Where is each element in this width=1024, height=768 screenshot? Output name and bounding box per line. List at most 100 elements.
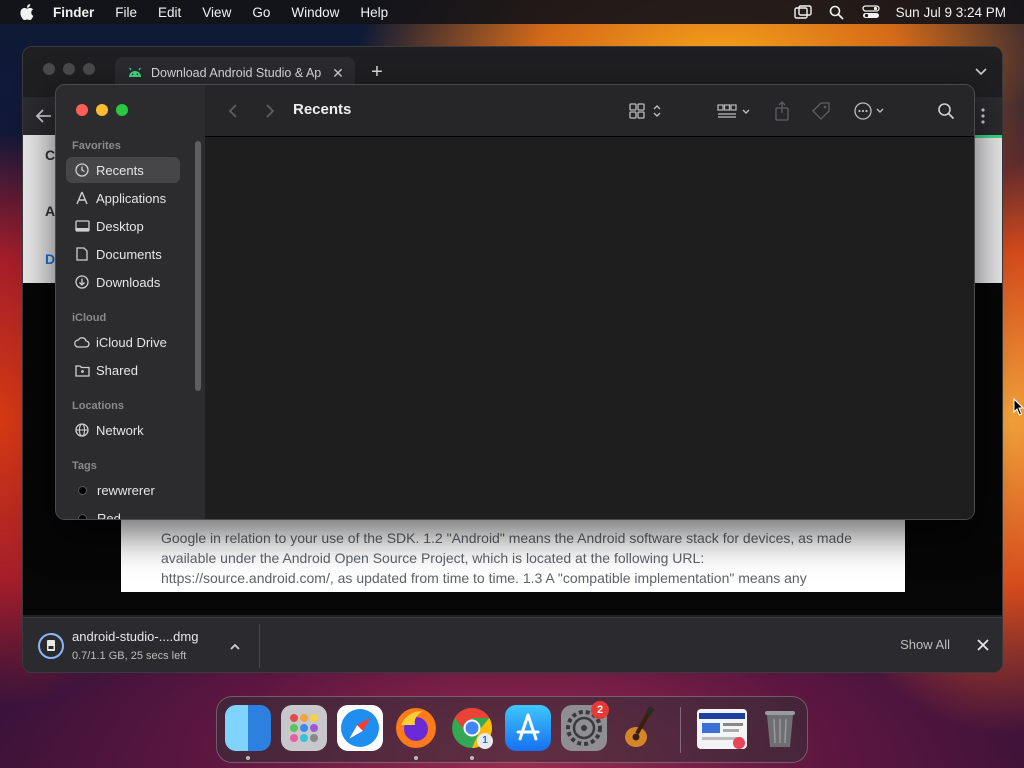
browser-minimize-button[interactable] [63, 63, 75, 75]
progress-accent [972, 135, 1002, 138]
finder-window-controls [76, 104, 128, 116]
sidebar-item-label: rewwrerer [97, 482, 155, 498]
sidebar-item-label: Applications [96, 190, 167, 206]
applications-icon [74, 190, 90, 206]
apple-menu-icon[interactable] [19, 4, 35, 20]
dock-launchpad-icon[interactable] [281, 705, 327, 751]
dock-downloads-stack-icon[interactable] [697, 709, 747, 749]
dock-safari-icon[interactable] [337, 705, 383, 751]
menu-window[interactable]: Window [291, 5, 339, 20]
tab-search-chevron-icon[interactable] [974, 65, 988, 79]
dock-garageband-icon[interactable] [617, 705, 663, 751]
dock-divider [680, 707, 681, 753]
running-indicator [414, 756, 418, 760]
dock: 1 2 [216, 696, 808, 763]
finder-sidebar: Favorites Recents Applications Desktop D… [56, 85, 205, 519]
sidebar-item-documents[interactable]: Documents [66, 241, 180, 267]
sidebar-item-label: Red [97, 510, 121, 520]
new-tab-button[interactable]: + [367, 62, 387, 82]
menu-file[interactable]: File [115, 5, 137, 20]
sidebar-item-network[interactable]: Network [66, 417, 180, 443]
dock-firefox-icon[interactable] [393, 705, 439, 751]
page-text-fragment: A [45, 203, 56, 219]
forward-chevron-icon[interactable] [260, 102, 278, 120]
sidebar-item-recents[interactable]: Recents [66, 157, 180, 183]
menubar-clock[interactable]: Sun Jul 9 3:24 PM [896, 5, 1006, 20]
desktop-icon [74, 218, 90, 234]
dock-trash-icon[interactable] [757, 705, 803, 751]
sidebar-item-desktop[interactable]: Desktop [66, 213, 180, 239]
sidebar-item-tag-rewwrerer[interactable]: rewwrerer [66, 477, 180, 503]
show-all-downloads-link[interactable]: Show All [900, 637, 950, 652]
document-icon [74, 246, 90, 262]
sidebar-scrollbar[interactable] [195, 141, 201, 391]
download-file-icon[interactable] [37, 632, 65, 660]
sidebar-section-icloud: iCloud [72, 312, 107, 324]
finder-title: Recents [293, 101, 352, 118]
spotlight-search-icon[interactable] [828, 4, 846, 20]
finder-close-button[interactable] [76, 104, 88, 116]
tag-dot-icon [78, 485, 87, 495]
tag-icon[interactable] [811, 101, 831, 121]
menu-view[interactable]: View [202, 5, 231, 20]
sidebar-item-applications[interactable]: Applications [66, 185, 180, 211]
clock-icon [74, 162, 90, 178]
share-icon[interactable] [773, 101, 791, 121]
control-center-icon[interactable] [862, 4, 880, 20]
finder-file-area[interactable] [205, 137, 974, 519]
sidebar-item-icloud-drive[interactable]: iCloud Drive [66, 329, 180, 355]
download-bar: android-studio-....dmg 0.7/1.1 GB, 25 se… [23, 617, 1002, 672]
sidebar-item-label: Documents [96, 246, 162, 262]
sidebar-item-label: iCloud Drive [96, 334, 167, 350]
running-indicator [470, 756, 474, 760]
sidebar-item-tag-red[interactable]: Red [66, 505, 180, 520]
browser-close-button[interactable] [43, 63, 55, 75]
android-logo-icon [127, 65, 143, 81]
sidebar-item-label: Recents [96, 162, 144, 178]
finder-window: Favorites Recents Applications Desktop D… [55, 84, 975, 520]
download-filename[interactable]: android-studio-....dmg [72, 629, 198, 644]
sidebar-section-tags: Tags [72, 460, 97, 472]
mouse-cursor-icon [1013, 397, 1024, 416]
screen-mirroring-icon[interactable] [793, 4, 812, 20]
settings-notification-badge: 2 [591, 701, 609, 719]
sidebar-item-shared[interactable]: Shared [66, 357, 180, 383]
page-text-fragment: C [45, 147, 56, 163]
sidebar-item-label: Desktop [96, 218, 144, 234]
back-arrow-icon[interactable] [35, 107, 53, 125]
back-chevron-icon[interactable] [225, 102, 243, 120]
sidebar-section-favorites: Favorites [72, 140, 121, 152]
sidebar-item-label: Network [96, 422, 144, 438]
menu-app-finder[interactable]: Finder [53, 5, 94, 20]
license-text: Google in relation to your use of the SD… [161, 530, 852, 586]
more-actions-icon[interactable] [853, 101, 889, 121]
menu-edit[interactable]: Edit [158, 5, 181, 20]
menu-go[interactable]: Go [252, 5, 270, 20]
browser-menu-icon[interactable] [980, 107, 986, 125]
view-mode-icon[interactable] [629, 101, 665, 121]
cloud-icon [74, 334, 90, 350]
dock-app-store-icon[interactable] [505, 705, 551, 751]
license-agreement-box[interactable]: Google in relation to your use of the SD… [121, 520, 905, 592]
page-link-fragment[interactable]: D [45, 251, 55, 267]
dock-finder-icon[interactable] [225, 705, 271, 751]
tab-title: Download Android Studio & Ap [151, 66, 321, 80]
close-download-bar-icon[interactable] [976, 638, 990, 652]
tag-dot-icon [78, 513, 87, 519]
chevron-up-icon[interactable] [228, 640, 242, 654]
menu-bar: Finder File Edit View Go Window Help Sun… [0, 0, 1024, 24]
shared-folder-icon [74, 362, 90, 378]
finder-zoom-button[interactable] [116, 104, 128, 116]
sidebar-item-label: Downloads [96, 274, 161, 290]
search-icon[interactable] [937, 101, 955, 121]
download-status: 0.7/1.1 GB, 25 secs left [72, 650, 187, 662]
download-circle-icon [74, 274, 90, 290]
sidebar-item-downloads[interactable]: Downloads [66, 269, 180, 295]
tab-close-icon[interactable]: ✕ [331, 66, 345, 80]
finder-toolbar: Recents [205, 85, 974, 137]
menu-help[interactable]: Help [360, 5, 388, 20]
group-by-icon[interactable] [717, 101, 753, 121]
browser-zoom-button[interactable] [83, 63, 95, 75]
finder-minimize-button[interactable] [96, 104, 108, 116]
globe-icon [74, 422, 90, 438]
